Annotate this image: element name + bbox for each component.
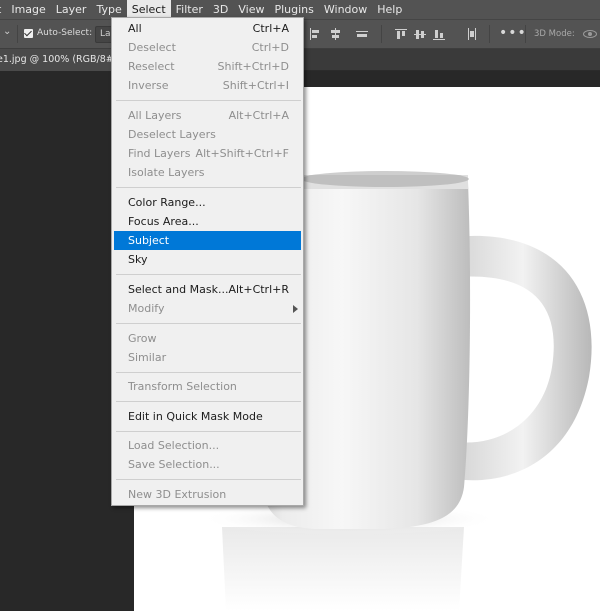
menu-item-transform-selection[interactable]: Transform Selection xyxy=(114,377,301,396)
align-bottom-edges-icon[interactable] xyxy=(433,28,445,40)
menu-separator xyxy=(116,401,301,402)
menu-help[interactable]: Help xyxy=(372,0,407,19)
shortcut-label: Alt+Ctrl+R xyxy=(228,283,289,296)
menu-item-deselect-layers[interactable]: Deselect Layers xyxy=(114,125,301,144)
menu-item-label: Sky xyxy=(128,253,148,266)
menu-separator xyxy=(116,187,301,188)
menu-item-all[interactable]: All Ctrl+A xyxy=(114,19,301,38)
menu-item-label: Grow xyxy=(128,332,157,345)
menu-item-label: Color Range... xyxy=(128,196,206,209)
menu-item-deselect[interactable]: Deselect Ctrl+D xyxy=(114,38,301,57)
menu-item-new-3d-extrusion[interactable]: New 3D Extrusion xyxy=(114,485,301,504)
align-right-edges-icon[interactable] xyxy=(356,28,368,40)
menu-item-label: Reselect xyxy=(128,60,175,73)
menu-item-grow[interactable]: Grow xyxy=(114,329,301,348)
shortcut-label: Shift+Ctrl+D xyxy=(217,60,289,73)
align-left-edges-icon[interactable] xyxy=(309,28,321,40)
shortcut-label: Shift+Ctrl+I xyxy=(222,79,289,92)
select-menu-dropdown: All Ctrl+A Deselect Ctrl+D Reselect Shif… xyxy=(111,17,304,506)
menu-separator xyxy=(116,431,301,432)
menu-item-label: All xyxy=(128,22,142,35)
shortcut-label: Alt+Shift+Ctrl+F xyxy=(195,147,289,160)
menu-item-load-selection[interactable]: Load Selection... xyxy=(114,436,301,455)
menu-item-label: Similar xyxy=(128,351,167,364)
shortcut-label: Ctrl+A xyxy=(252,22,289,35)
divider xyxy=(525,25,526,43)
distribute-icon[interactable] xyxy=(466,28,478,40)
more-options-icon[interactable]: ••• xyxy=(499,25,527,41)
menu-item-reselect[interactable]: Reselect Shift+Ctrl+D xyxy=(114,57,301,76)
document-tab[interactable]: e1.jpg @ 100% (RGB/8#) xyxy=(0,49,126,71)
menu-image[interactable]: Image xyxy=(6,0,50,19)
divider xyxy=(489,25,490,43)
auto-select-checkbox[interactable] xyxy=(24,29,33,38)
menu-item-label: New 3D Extrusion xyxy=(128,488,227,501)
divider xyxy=(381,25,382,43)
document-tab-title: e1.jpg @ 100% (RGB/8#) xyxy=(0,54,118,65)
menu-item-color-range[interactable]: Color Range... xyxy=(114,193,301,212)
menu-layer[interactable]: Layer xyxy=(51,0,92,19)
menu-separator xyxy=(116,274,301,275)
menu-item-edit-in-quick-mask-mode[interactable]: Edit in Quick Mask Mode xyxy=(114,407,301,426)
menu-item-inverse[interactable]: Inverse Shift+Ctrl+I xyxy=(114,76,301,95)
menu-item-isolate-layers[interactable]: Isolate Layers xyxy=(114,163,301,182)
menu-item-label: Deselect xyxy=(128,41,176,54)
menu-item-subject[interactable]: Subject xyxy=(114,231,301,250)
menu-item-label: Save Selection... xyxy=(128,458,220,471)
menu-item-all-layers[interactable]: All Layers Alt+Ctrl+A xyxy=(114,106,301,125)
menu-item-similar[interactable]: Similar xyxy=(114,348,301,367)
chevron-down-icon[interactable]: ⌄ xyxy=(3,26,11,37)
menu-item-label: Deselect Layers xyxy=(128,128,216,141)
orbit-3d-icon[interactable] xyxy=(582,27,598,41)
menu-item-label: Find Layers xyxy=(128,147,191,160)
menu-item-label: Modify xyxy=(128,302,165,315)
menu-separator xyxy=(116,323,301,324)
align-top-edges-icon[interactable] xyxy=(395,28,407,40)
auto-select-label: Auto-Select: xyxy=(37,28,93,38)
menu-item-label: Focus Area... xyxy=(128,215,199,228)
menu-item-label: Isolate Layers xyxy=(128,166,205,179)
menu-item-label: Inverse xyxy=(128,79,169,92)
menu-item-save-selection[interactable]: Save Selection... xyxy=(114,455,301,474)
divider xyxy=(17,25,18,43)
menu-item-label: Edit in Quick Mask Mode xyxy=(128,410,263,423)
menu-item-label: Select and Mask... xyxy=(128,283,229,296)
menu-item-select-and-mask[interactable]: Select and Mask... Alt+Ctrl+R xyxy=(114,280,301,299)
3d-mode-label: 3D Mode: xyxy=(534,29,575,39)
shortcut-label: Alt+Ctrl+A xyxy=(228,109,289,122)
menu-separator xyxy=(116,479,301,480)
menu-item-modify[interactable]: Modify xyxy=(114,299,301,318)
menu-item-sky[interactable]: Sky xyxy=(114,250,301,269)
menu-window[interactable]: Window xyxy=(319,0,372,19)
menu-item-focus-area[interactable]: Focus Area... xyxy=(114,212,301,231)
menu-item-label: All Layers xyxy=(128,109,182,122)
menu-separator xyxy=(116,372,301,373)
align-vertical-centers-icon[interactable] xyxy=(414,28,426,40)
menu-item-label: Transform Selection xyxy=(128,380,237,393)
shortcut-label: Ctrl+D xyxy=(251,41,289,54)
menu-item-label: Subject xyxy=(128,234,170,247)
menu-separator xyxy=(116,100,301,101)
align-horizontal-centers-icon[interactable] xyxy=(329,28,341,40)
menu-item-label: Load Selection... xyxy=(128,439,220,452)
menu-item-find-layers[interactable]: Find Layers Alt+Shift+Ctrl+F xyxy=(114,144,301,163)
submenu-arrow-icon xyxy=(293,305,298,313)
